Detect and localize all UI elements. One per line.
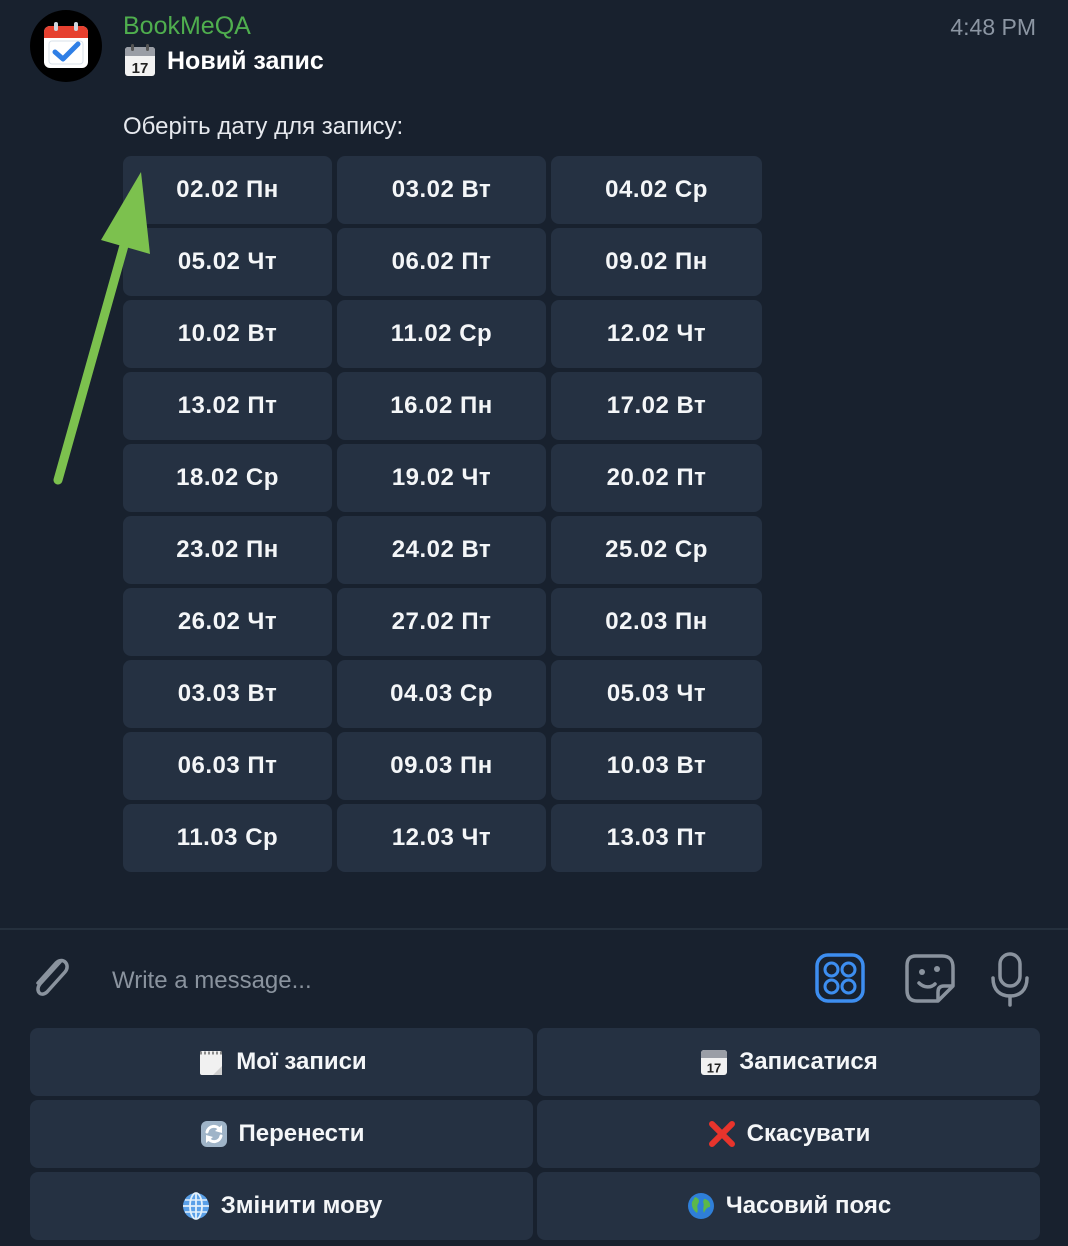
globe-icon xyxy=(182,1192,209,1220)
date-button[interactable]: 11.02 Ср xyxy=(337,300,546,368)
cancel-button[interactable]: Скасувати xyxy=(537,1100,1040,1168)
date-button[interactable]: 27.02 Пт xyxy=(337,588,546,656)
earth-globe-icon xyxy=(687,1193,714,1219)
reschedule-button[interactable]: Перенести xyxy=(30,1100,533,1168)
date-button[interactable]: 10.02 Вт xyxy=(123,300,332,368)
date-button[interactable]: 03.02 Вт xyxy=(337,156,546,224)
date-button[interactable]: 24.02 Вт xyxy=(337,516,546,584)
calendar-check-icon xyxy=(44,22,88,68)
date-button[interactable]: 06.02 Пт xyxy=(337,228,546,296)
refresh-icon xyxy=(200,1121,227,1147)
message-prompt: Оберіть дату для запису: xyxy=(123,113,404,140)
bot-avatar[interactable] xyxy=(30,10,102,82)
date-button[interactable]: 12.03 Чт xyxy=(337,804,546,872)
date-button[interactable]: 02.02 Пн xyxy=(123,156,332,224)
notepad-icon xyxy=(200,1051,223,1075)
book-button[interactable]: 17 Записатися xyxy=(537,1028,1040,1096)
date-button[interactable]: 13.03 Пт xyxy=(551,804,762,872)
date-button[interactable]: 10.03 Вт xyxy=(551,732,762,800)
my-records-button[interactable]: Мої записи xyxy=(30,1028,533,1096)
date-button[interactable]: 19.02 Чт xyxy=(337,444,546,512)
message-title-text: Новий запис xyxy=(167,46,324,75)
date-button[interactable]: 05.03 Чт xyxy=(551,660,762,728)
date-button[interactable]: 12.02 Чт xyxy=(551,300,762,368)
date-picker-grid: 02.02 Пн 03.02 Вт 04.02 Ср 05.02 Чт 06.0… xyxy=(123,156,762,872)
date-button[interactable]: 20.02 Пт xyxy=(551,444,762,512)
date-button[interactable]: 04.02 Ср xyxy=(551,156,762,224)
date-button[interactable]: 11.03 Ср xyxy=(123,804,332,872)
date-button[interactable]: 23.02 Пн xyxy=(123,516,332,584)
calendar-icon: 17 xyxy=(701,1050,728,1076)
sticker-icon[interactable] xyxy=(902,950,958,1006)
date-button[interactable]: 13.02 Пт xyxy=(123,372,332,440)
microphone-icon[interactable] xyxy=(988,950,1032,1008)
date-button[interactable]: 09.03 Пн xyxy=(337,732,546,800)
message-time: 4:48 PM xyxy=(950,14,1036,40)
svg-text:17: 17 xyxy=(707,1061,721,1076)
date-button[interactable]: 03.03 Вт xyxy=(123,660,332,728)
my-records-label: Мої записи xyxy=(236,1048,367,1075)
paperclip-icon[interactable] xyxy=(26,948,74,1006)
cancel-label: Скасувати xyxy=(746,1120,871,1147)
date-button[interactable]: 05.02 Чт xyxy=(123,228,332,296)
date-button[interactable]: 06.03 Пт xyxy=(123,732,332,800)
date-button[interactable]: 02.03 Пн xyxy=(551,588,762,656)
timezone-label: Часовий пояс xyxy=(725,1192,892,1219)
change-language-button[interactable]: Змінити мову xyxy=(30,1172,533,1240)
message-title: 17 Новий запис xyxy=(123,44,324,78)
timezone-button[interactable]: Часовий пояс xyxy=(537,1172,1040,1240)
change-language-label: Змінити мову xyxy=(220,1192,383,1219)
message-input[interactable] xyxy=(110,958,794,1004)
reschedule-label: Перенести xyxy=(238,1120,365,1147)
date-button[interactable]: 17.02 Вт xyxy=(551,372,762,440)
calendar-17-icon: 17 xyxy=(125,44,155,77)
date-button[interactable]: 26.02 Чт xyxy=(123,588,332,656)
date-button[interactable]: 18.02 Ср xyxy=(123,444,332,512)
cross-mark-icon xyxy=(708,1121,735,1147)
date-button[interactable]: 09.02 Пн xyxy=(551,228,762,296)
sender-name[interactable]: BookMeQA xyxy=(123,12,251,41)
book-label: Записатися xyxy=(739,1048,878,1075)
date-button[interactable]: 04.03 Ср xyxy=(337,660,546,728)
svg-text:17: 17 xyxy=(132,60,149,77)
bot-keyboard-icon[interactable] xyxy=(814,952,866,1004)
date-button[interactable]: 16.02 Пн xyxy=(337,372,546,440)
reply-keyboard: Мої записи 17 Записатися Перенести Скасу… xyxy=(30,1028,1040,1240)
date-button[interactable]: 25.02 Ср xyxy=(551,516,762,584)
